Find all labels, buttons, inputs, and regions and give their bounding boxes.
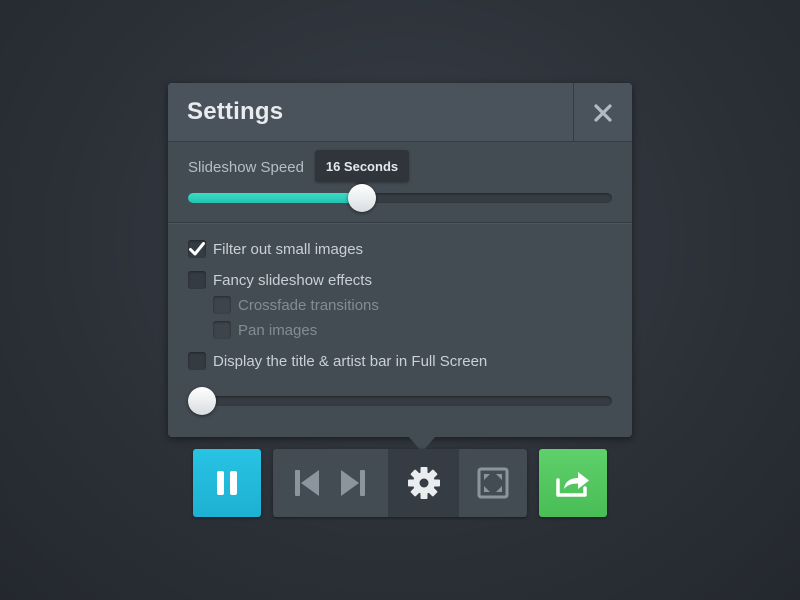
fancy-effects-checkbox[interactable]	[188, 271, 206, 289]
filter-small-images-checkbox[interactable]	[188, 240, 206, 258]
checkmark-icon	[189, 242, 205, 256]
close-button[interactable]	[573, 83, 632, 142]
option-pan-images[interactable]: Pan images	[213, 321, 317, 339]
option-label: Crossfade transitions	[238, 296, 379, 314]
fullscreen-button[interactable]	[459, 449, 527, 517]
share-icon	[556, 472, 589, 497]
speed-tooltip: 16 Seconds	[315, 150, 409, 188]
slideshow-speed-fill	[188, 193, 362, 203]
secondary-slider-knob[interactable]	[188, 387, 216, 415]
slideshow-speed-knob[interactable]	[347, 184, 376, 212]
slideshow-speed-slider[interactable]	[188, 184, 612, 212]
settings-title: Settings	[187, 98, 284, 125]
gear-icon	[407, 467, 440, 499]
option-label: Display the title & artist bar in Full S…	[213, 352, 488, 370]
pause-button[interactable]	[193, 449, 261, 517]
title-artist-bar-checkbox[interactable]	[188, 352, 206, 370]
close-icon	[594, 103, 612, 122]
playback-controls	[273, 449, 527, 517]
settings-button[interactable]	[388, 449, 459, 517]
crossfade-transitions-checkbox[interactable]	[213, 296, 231, 314]
previous-button[interactable]	[287, 449, 327, 517]
option-label: Pan images	[238, 321, 318, 339]
section-divider	[168, 222, 632, 224]
next-button[interactable]	[333, 449, 373, 517]
option-crossfade-transitions[interactable]: Crossfade transitions	[213, 296, 379, 314]
slideshow-speed-label: Slideshow Speed	[188, 159, 304, 176]
pan-images-checkbox[interactable]	[213, 321, 231, 339]
fullscreen-icon	[477, 467, 509, 499]
option-label: Fancy slideshow effects	[213, 271, 372, 289]
pause-icon	[217, 471, 237, 495]
option-title-artist-bar[interactable]: Display the title & artist bar in Full S…	[188, 352, 487, 370]
share-button[interactable]	[539, 449, 607, 517]
option-filter-small-images[interactable]: Filter out small images	[188, 240, 363, 258]
option-label: Filter out small images	[213, 240, 364, 258]
skip-previous-icon	[295, 470, 319, 496]
settings-header: Settings	[168, 83, 632, 142]
skip-next-icon	[341, 470, 365, 496]
option-fancy-effects[interactable]: Fancy slideshow effects	[188, 271, 372, 289]
secondary-slider[interactable]	[188, 387, 612, 415]
settings-panel: Settings Slideshow Speed 16 Seconds Filt…	[168, 83, 632, 437]
